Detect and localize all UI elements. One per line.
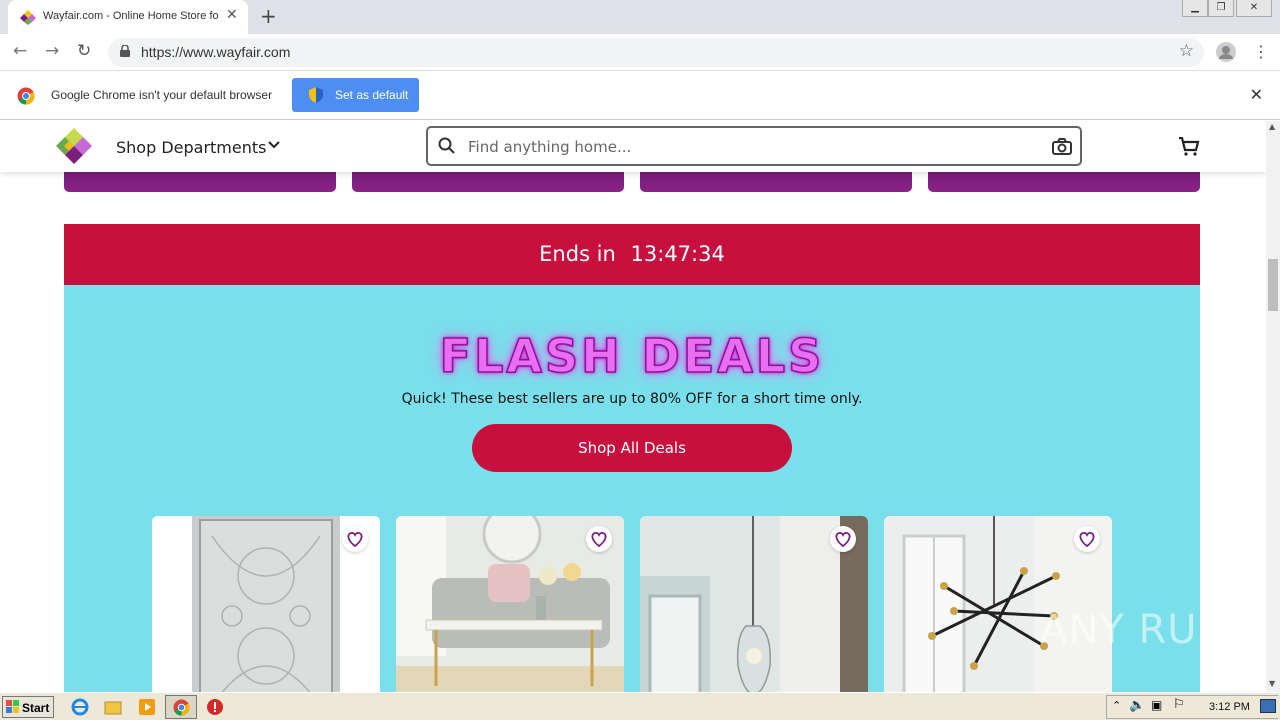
bookmark-star-icon[interactable]: ☆	[1179, 41, 1194, 61]
system-tray: ⌃ 🔈 ▣ ⚐	[1106, 695, 1278, 719]
tab-strip: Wayfair.com - Online Home Store for ✕ + …	[0, 0, 1280, 34]
url-text: https://www.wayfair.com	[141, 44, 291, 60]
favorite-heart-icon[interactable]	[586, 526, 612, 552]
chevron-down-icon[interactable]	[268, 141, 280, 149]
default-browser-infobar: Google Chrome isn't your default browser…	[0, 72, 1280, 120]
watermark: ANY RUN	[1040, 607, 1229, 653]
flash-deals-title: FLASH DEALS	[439, 328, 825, 384]
shop-departments-menu[interactable]: Shop Departments	[116, 138, 266, 157]
infobar-message: Google Chrome isn't your default browser	[51, 88, 273, 102]
favorite-heart-icon[interactable]	[342, 526, 368, 552]
wayfair-logo-icon[interactable]	[55, 127, 93, 165]
search-placeholder: Find anything home...	[468, 138, 632, 156]
profile-avatar-icon[interactable]	[1215, 41, 1237, 63]
tab-title: Wayfair.com - Online Home Store for	[43, 10, 219, 22]
menu-dots-icon[interactable]: ⋮	[1253, 42, 1269, 61]
volume-icon[interactable]: 🔈	[1129, 698, 1145, 713]
product-card[interactable]	[640, 516, 868, 692]
stop-sign-icon[interactable]	[206, 698, 224, 716]
product-card[interactable]	[396, 516, 624, 692]
browser-toolbar: ← → ↻ https://www.wayfair.com ☆ ⋮	[0, 34, 1280, 71]
wayfair-favicon-icon	[20, 10, 36, 25]
page-scrollbar[interactable]: ▲ ▼	[1266, 121, 1280, 692]
scroll-down-icon[interactable]: ▼	[1269, 679, 1275, 688]
shop-all-deals-button[interactable]: Shop All Deals	[472, 424, 792, 472]
taskbar-clock[interactable]: 3:12 PM	[1209, 701, 1250, 713]
media-player-icon[interactable]	[138, 698, 156, 716]
set-as-default-label: Set as default	[335, 88, 409, 102]
network-icon[interactable]: ▣	[1151, 698, 1162, 712]
scroll-up-icon[interactable]: ▲	[1269, 122, 1275, 131]
internet-explorer-icon[interactable]	[71, 698, 89, 716]
camera-icon[interactable]	[1052, 138, 1072, 155]
chrome-taskbar-button[interactable]	[165, 695, 197, 719]
chrome-logo-icon	[17, 87, 35, 105]
back-icon[interactable]: ←	[13, 41, 27, 61]
minimize-button[interactable]: ▁	[1182, 0, 1208, 17]
site-header: Shop Departments Find anything home...	[0, 121, 1266, 172]
favorite-heart-icon[interactable]	[830, 526, 856, 552]
show-desktop-icon[interactable]	[1260, 699, 1276, 713]
countdown-label: Ends in	[539, 242, 616, 266]
new-tab-icon[interactable]: +	[260, 4, 277, 28]
search-input[interactable]: Find anything home...	[426, 126, 1082, 166]
scrollbar-thumb[interactable]	[1268, 259, 1278, 311]
chrome-icon	[173, 699, 190, 716]
set-as-default-button[interactable]: Set as default	[292, 78, 419, 112]
search-icon	[438, 137, 455, 154]
browser-tab[interactable]: Wayfair.com - Online Home Store for ✕	[8, 0, 248, 34]
infobar-close-icon[interactable]: ✕	[1250, 85, 1263, 104]
windows-taskbar: Start ⌃ 🔈 ▣ ⚐ 3:12 PM	[0, 692, 1280, 720]
start-label: Start	[22, 701, 50, 715]
cart-icon[interactable]	[1178, 137, 1200, 156]
flag-icon[interactable]: ⚐	[1173, 697, 1185, 712]
lock-icon	[120, 45, 130, 57]
shield-icon	[309, 87, 323, 103]
folder-icon[interactable]	[104, 698, 122, 716]
countdown-banner: Ends in 13:47:34	[64, 224, 1200, 285]
address-bar[interactable]: https://www.wayfair.com ☆	[108, 38, 1204, 67]
tab-close-icon[interactable]: ✕	[226, 7, 238, 23]
product-card[interactable]	[152, 516, 380, 692]
countdown-timer: 13:47:34	[630, 242, 725, 266]
flash-deals-subtitle: Quick! These best sellers are up to 80% …	[401, 391, 863, 407]
tray-expand-icon[interactable]: ⌃	[1112, 699, 1121, 712]
product-card[interactable]	[884, 516, 1112, 692]
windows-logo-icon	[6, 700, 19, 713]
favorite-heart-icon[interactable]	[1074, 526, 1100, 552]
window-close-button[interactable]: ✕	[1236, 0, 1272, 17]
forward-icon[interactable]: →	[45, 41, 59, 61]
reload-icon[interactable]: ↻	[77, 41, 91, 61]
flash-deals-section: FLASH DEALS Quick! These best sellers ar…	[64, 285, 1200, 692]
restore-button[interactable]: ❐	[1208, 0, 1234, 17]
start-button[interactable]: Start	[2, 696, 54, 718]
